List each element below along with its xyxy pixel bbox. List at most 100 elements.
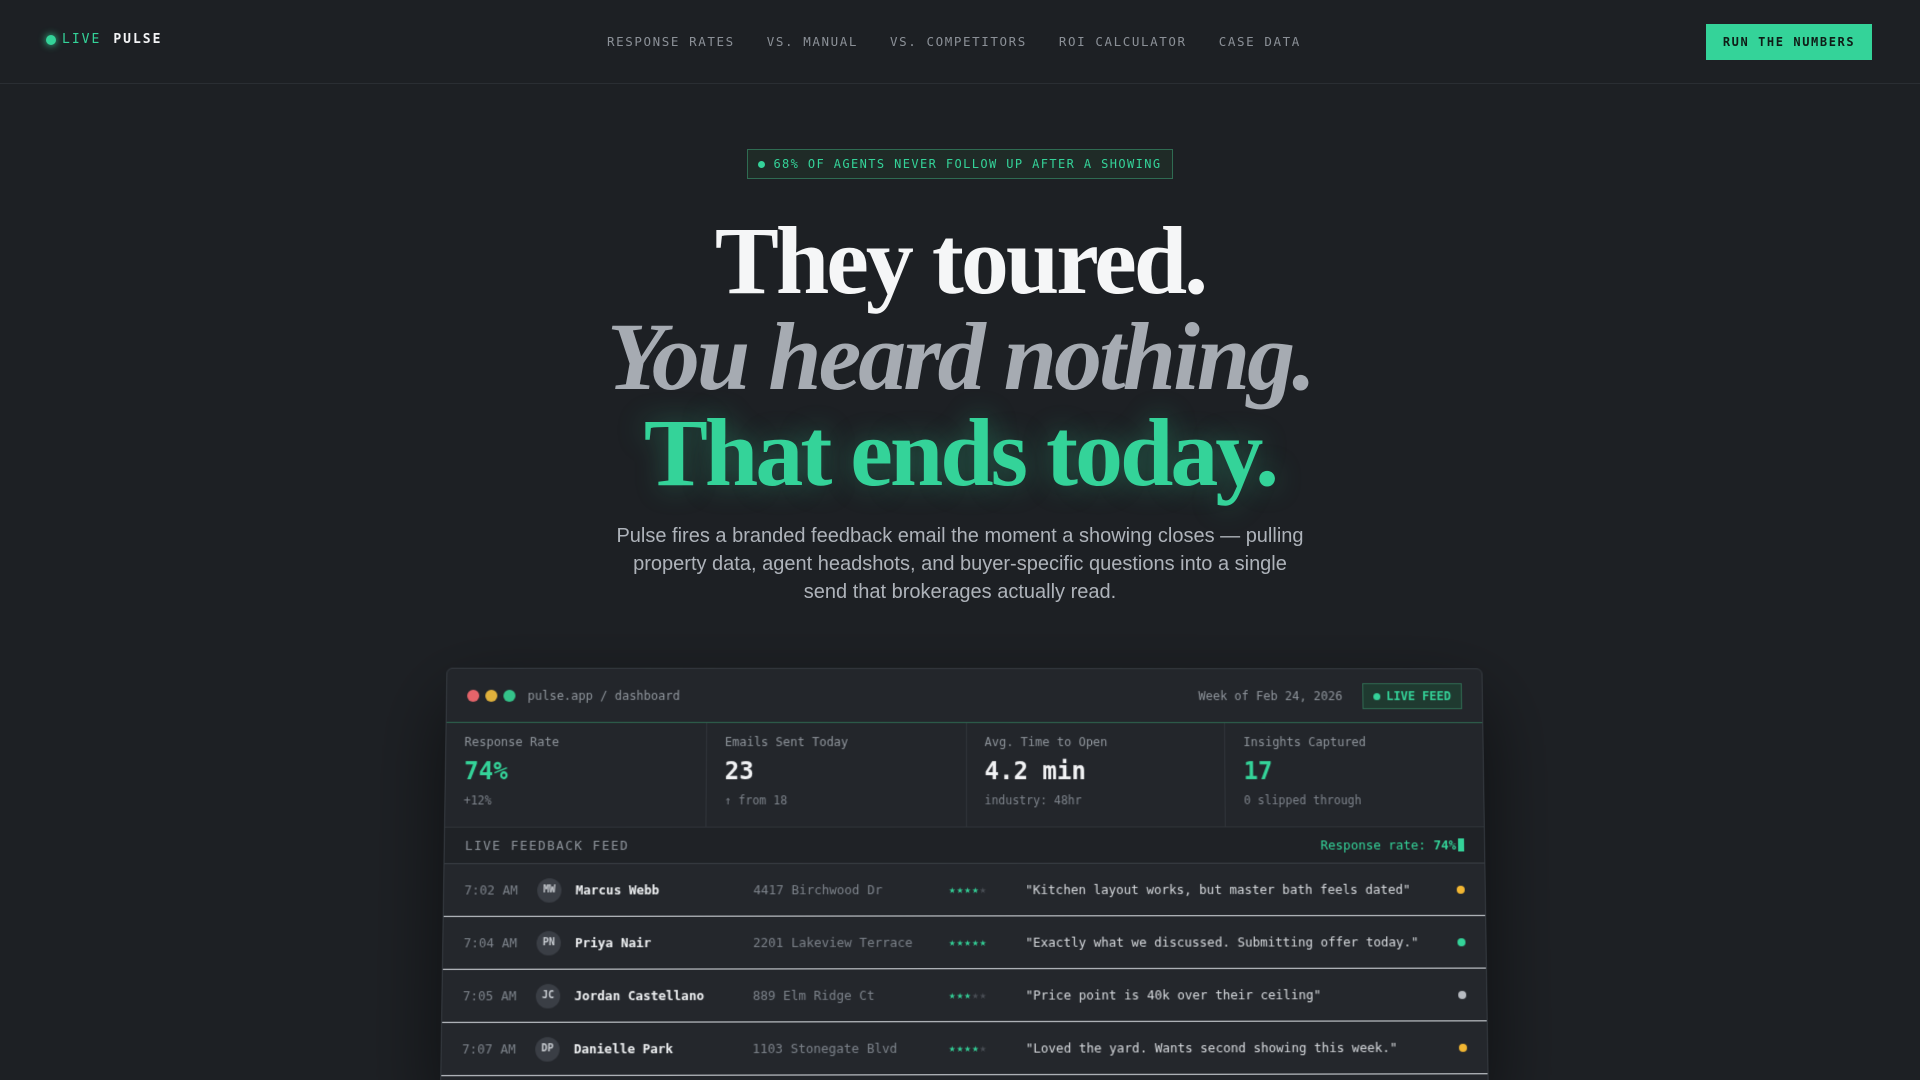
feed-title: LIVE FEEDBACK FEED <box>464 837 630 853</box>
headline-line-1: They toured. <box>714 207 1208 314</box>
close-dot-icon <box>467 689 480 702</box>
star-empty-icon: ★ <box>979 1041 988 1055</box>
row-address: 889 Elm Ridge Ct <box>752 987 875 1004</box>
dashboard-preview: pulse.app / dashboard Week of Feb 24, 20… <box>440 667 1489 1080</box>
live-feed-text: LIVE FEED <box>1386 689 1452 704</box>
stats-row: Response Rate 74% +12% Emails Sent Today… <box>445 722 1484 828</box>
live-feed-badge: LIVE FEED <box>1362 683 1463 710</box>
status-dot-icon <box>1457 937 1466 946</box>
star-filled-icon: ★ <box>948 1041 957 1055</box>
star-filled-icon: ★ <box>979 935 988 949</box>
pill-dot-icon <box>758 160 766 168</box>
top-nav: LIVE PULSE RESPONSE RATES VS. MANUAL VS.… <box>0 0 1920 84</box>
stat-label: Emails Sent Today <box>724 735 849 750</box>
row-time: 7:07 AM <box>461 1041 516 1057</box>
star-rating: ★★★★★ <box>949 988 1026 1001</box>
star-filled-icon: ★ <box>964 1041 972 1055</box>
status-dot-icon <box>1458 1043 1468 1052</box>
live-dot-icon <box>46 34 56 45</box>
week-label: Week of Feb 24, 2026 <box>1198 689 1343 704</box>
stat-insights-captured: Insights Captured 17 0 slipped through <box>1225 723 1484 826</box>
headline-line-2: You heard nothing. <box>606 303 1316 410</box>
maximize-dot-icon <box>503 689 516 702</box>
star-filled-icon: ★ <box>971 883 980 897</box>
star-empty-icon: ★ <box>979 883 988 897</box>
row-address: 4417 Birchwood Dr <box>753 882 883 898</box>
stat-value: 74% <box>463 757 508 786</box>
dashboard-titlebar: pulse.app / dashboard Week of Feb 24, 20… <box>446 668 1483 724</box>
avatar: MW <box>537 877 562 903</box>
hero-subtitle: Pulse fires a branded feedback email the… <box>616 525 1304 603</box>
star-filled-icon: ★ <box>948 935 957 949</box>
star-empty-icon: ★ <box>979 988 988 1002</box>
star-rating: ★★★★★ <box>949 1041 1026 1054</box>
status-dot-icon <box>1456 885 1465 894</box>
avatar: PN <box>536 930 562 955</box>
feed-response-rate: Response rate: 74% <box>1320 837 1465 853</box>
stat-value: 17 <box>1243 757 1273 786</box>
nav-link-vs-manual[interactable]: VS. MANUAL <box>767 34 858 49</box>
star-filled-icon: ★ <box>964 883 972 897</box>
stat-response-rate: Response Rate 74% +12% <box>445 722 707 827</box>
rate-label: Response rate: <box>1320 837 1427 853</box>
feed-row[interactable]: 7:04 AM PN Priya Nair 2201 Lakeview Terr… <box>442 915 1486 970</box>
star-filled-icon: ★ <box>971 1041 980 1055</box>
stat-value: 4.2 min <box>984 757 1086 786</box>
window-controls <box>467 689 516 702</box>
live-feed-dot-icon <box>1373 692 1381 700</box>
star-filled-icon: ★ <box>948 988 957 1002</box>
row-name: Jordan Castellano <box>574 987 705 1004</box>
row-quote: "Kitchen layout works, but master bath f… <box>1025 881 1411 898</box>
stat-label: Response Rate <box>464 734 560 750</box>
logo-brand-text: PULSE <box>113 32 163 47</box>
run-the-numbers-button[interactable]: RUN THE NUMBERS <box>1706 24 1872 60</box>
minimize-dot-icon <box>485 689 498 702</box>
feed-list: 7:02 AM MW Marcus Webb 4417 Birchwood Dr… <box>441 863 1488 1077</box>
logo-live-text: LIVE <box>62 32 102 47</box>
logo[interactable]: LIVE PULSE <box>46 32 162 47</box>
stat-label: Avg. Time to Open <box>984 735 1108 750</box>
row-name: Priya Nair <box>574 935 652 951</box>
row-quote: "Price point is 40k over their ceiling" <box>1025 987 1322 1003</box>
headline-line-3: That ends today. <box>643 399 1279 506</box>
star-empty-icon: ★ <box>971 988 980 1002</box>
avatar: DP <box>535 1036 560 1062</box>
nav-links: RESPONSE RATES VS. MANUAL VS. COMPETITOR… <box>607 34 1301 49</box>
row-quote: "Loved the yard. Wants second showing th… <box>1025 1039 1398 1056</box>
star-rating: ★★★★★ <box>949 883 1025 896</box>
stat-label: Insights Captured <box>1243 735 1367 750</box>
row-quote: "Exactly what we discussed. Submitting o… <box>1025 934 1419 950</box>
row-time: 7:02 AM <box>464 882 518 898</box>
star-filled-icon: ★ <box>964 988 972 1002</box>
stat-note: +12% <box>463 793 492 808</box>
dashboard-path: pulse.app / dashboard <box>527 688 681 703</box>
nav-link-response-rates[interactable]: RESPONSE RATES <box>607 34 735 49</box>
feed-row[interactable]: 7:02 AM MW Marcus Webb 4417 Birchwood Dr… <box>443 863 1486 917</box>
stat-emails-sent: Emails Sent Today 23 ↑ from 18 <box>706 722 967 827</box>
row-address: 2201 Lakeview Terrace <box>753 934 913 951</box>
feed-row[interactable]: 7:07 AM DP Danielle Park 1103 Stonegate … <box>441 1021 1488 1077</box>
row-address: 1103 Stonegate Blvd <box>752 1040 898 1057</box>
stat-note: 0 slipped through <box>1243 793 1362 808</box>
row-time: 7:05 AM <box>462 988 517 1004</box>
feed-header: LIVE FEEDBACK FEED Response rate: 74% <box>444 827 1485 865</box>
status-dot-icon <box>1458 990 1467 999</box>
row-name: Danielle Park <box>573 1040 674 1057</box>
star-rating: ★★★★★ <box>949 936 1026 949</box>
stat-value: 23 <box>724 757 754 786</box>
stat-pill: 68% OF AGENTS NEVER FOLLOW UP AFTER A SH… <box>747 149 1173 179</box>
star-filled-icon: ★ <box>964 935 972 949</box>
row-name: Marcus Webb <box>575 882 660 898</box>
stat-note: ↑ from 18 <box>724 793 788 808</box>
stat-note: industry: 48hr <box>984 793 1082 808</box>
avatar: JC <box>535 983 561 1008</box>
pill-text: 68% OF AGENTS NEVER FOLLOW UP AFTER A SH… <box>773 157 1162 171</box>
nav-link-case-data[interactable]: CASE DATA <box>1219 34 1301 49</box>
nav-link-roi-calculator[interactable]: ROI CALCULATOR <box>1059 34 1187 49</box>
row-time: 7:04 AM <box>463 935 518 951</box>
feed-row[interactable]: 7:05 AM JC Jordan Castellano 889 Elm Rid… <box>442 968 1487 1023</box>
nav-link-vs-competitors[interactable]: VS. COMPETITORS <box>890 34 1027 49</box>
stat-time-to-open: Avg. Time to Open 4.2 min industry: 48hr <box>966 723 1227 827</box>
rate-value: 74% <box>1433 837 1457 853</box>
star-filled-icon: ★ <box>948 883 957 897</box>
